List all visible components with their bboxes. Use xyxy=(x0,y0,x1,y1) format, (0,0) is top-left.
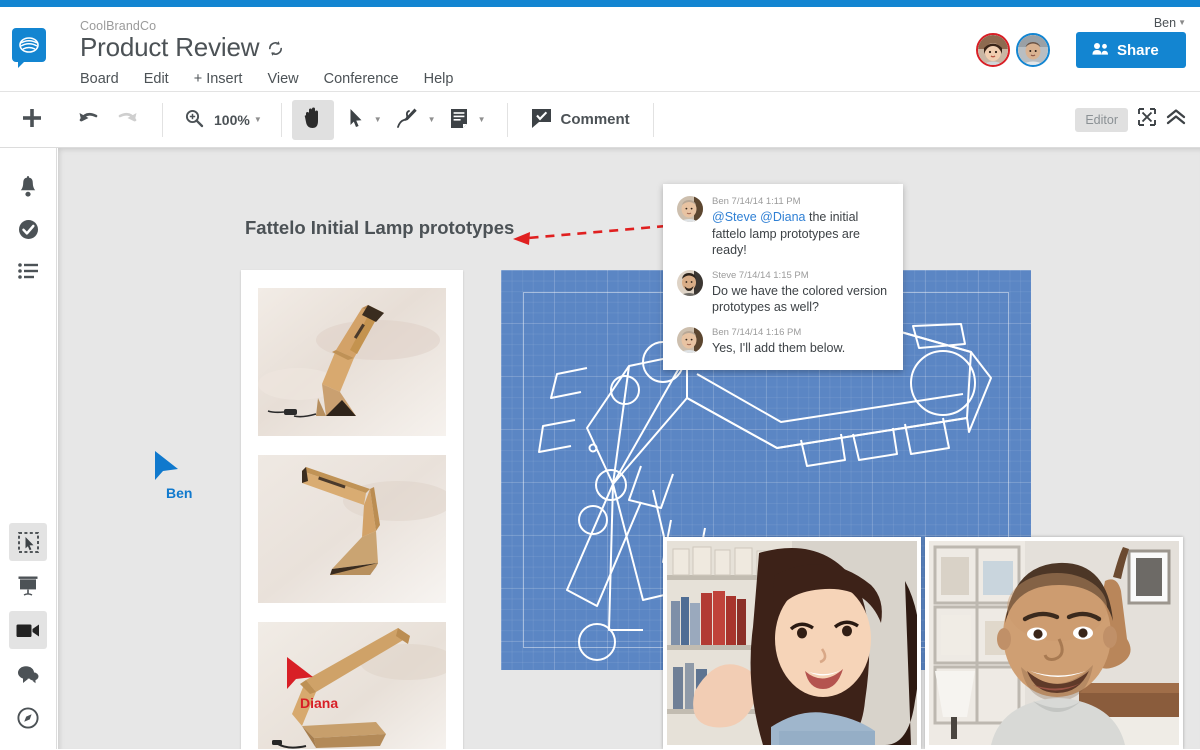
menu-item-insert[interactable]: + Insert xyxy=(194,71,243,87)
comment-body: Ben 7/14/14 1:16 PM Yes, I'll add them b… xyxy=(712,327,889,357)
left-rail xyxy=(0,148,57,749)
select-tool[interactable]: ▼ xyxy=(342,102,389,138)
plus-icon xyxy=(21,107,43,132)
rail-top-group xyxy=(0,168,56,290)
cursor-arrow-icon xyxy=(349,108,364,131)
toolbar: 100% ▼ ▼ ▼ xyxy=(0,92,1200,148)
video-call-icon[interactable] xyxy=(9,611,47,649)
menu-item-board[interactable]: Board xyxy=(80,71,119,87)
chevron-down-icon: ▼ xyxy=(1178,18,1186,27)
comment-item: Ben 7/14/14 1:11 PM @Steve @Diana the in… xyxy=(677,196,889,259)
toolbar-right-group: Editor xyxy=(1075,108,1188,132)
cursor-arrow-icon xyxy=(286,656,316,692)
avatar-steve[interactable] xyxy=(1016,33,1050,67)
chevron-down-icon: ▼ xyxy=(254,115,262,124)
chevron-double-up-icon[interactable] xyxy=(1166,108,1186,131)
chat-icon[interactable] xyxy=(9,655,47,693)
presentation-icon[interactable] xyxy=(9,567,47,605)
redo-button[interactable] xyxy=(108,102,146,138)
pen-tool[interactable]: ▼ xyxy=(389,102,443,138)
editor-mode-badge[interactable]: Editor xyxy=(1075,108,1128,132)
undo-icon xyxy=(77,108,101,131)
hand-tool[interactable] xyxy=(292,100,334,140)
avatar xyxy=(677,327,703,353)
menu-item-view[interactable]: View xyxy=(267,71,298,87)
people-icon xyxy=(1092,42,1109,59)
user-menu-label: Ben xyxy=(1154,16,1176,30)
zoom-in-icon xyxy=(184,108,204,131)
share-button[interactable]: Share xyxy=(1076,32,1186,68)
cursor-diana: Diana xyxy=(286,656,338,711)
fullscreen-icon[interactable] xyxy=(1138,108,1156,131)
chevron-down-icon: ▼ xyxy=(428,115,436,124)
cursor-arrow-icon xyxy=(154,450,180,482)
comment-meta: Ben 7/14/14 1:16 PM xyxy=(712,327,889,338)
note-tool[interactable]: ▼ xyxy=(443,102,493,138)
chevron-down-icon: ▼ xyxy=(478,115,486,124)
cursor-ben: Ben xyxy=(154,450,192,501)
explore-icon[interactable] xyxy=(9,699,47,737)
menu-bar: Board Edit + Insert View Conference Help xyxy=(80,71,453,87)
cursor-label-ben: Ben xyxy=(166,485,192,501)
lamp-photo-1[interactable] xyxy=(258,288,446,436)
prototype-photo-card[interactable] xyxy=(241,270,463,749)
canvas-title[interactable]: Fattelo Initial Lamp prototypes xyxy=(245,217,514,239)
tasks-icon[interactable] xyxy=(9,210,47,248)
mention-steve[interactable]: @Steve xyxy=(712,210,757,224)
zoom-control[interactable]: 100% ▼ xyxy=(177,102,269,138)
comment-text: Do we have the colored version prototype… xyxy=(712,283,889,316)
menu-item-conference[interactable]: Conference xyxy=(324,71,399,87)
comment-body: Ben 7/14/14 1:11 PM @Steve @Diana the in… xyxy=(712,196,889,259)
menu-item-edit[interactable]: Edit xyxy=(144,71,169,87)
comment-text: Yes, I'll add them below. xyxy=(712,340,889,357)
video-tile-steve[interactable] xyxy=(925,537,1183,749)
undo-button[interactable] xyxy=(70,102,108,138)
video-tile-diana[interactable] xyxy=(663,537,921,749)
notifications-icon[interactable] xyxy=(9,168,47,206)
chevron-down-icon: ▼ xyxy=(374,115,382,124)
add-button[interactable] xyxy=(14,102,50,138)
user-menu[interactable]: Ben▼ xyxy=(1154,16,1186,30)
rail-bottom-group xyxy=(0,523,56,737)
comment-item: Steve 7/14/14 1:15 PM Do we have the col… xyxy=(677,270,889,316)
pen-icon xyxy=(396,107,418,132)
top-accent-bar xyxy=(0,0,1200,7)
avatar xyxy=(677,270,703,296)
zoom-level: 100% xyxy=(214,112,250,128)
cursor-label-diana: Diana xyxy=(300,695,338,711)
mention-diana[interactable]: @Diana xyxy=(760,210,805,224)
board-canvas[interactable]: Fattelo Initial Lamp prototypes xyxy=(58,148,1200,749)
comment-meta: Ben 7/14/14 1:11 PM xyxy=(712,196,889,207)
comment-text: @Steve @Diana the initial fattelo lamp p… xyxy=(712,209,889,259)
menu-item-help[interactable]: Help xyxy=(424,71,454,87)
workspace: Fattelo Initial Lamp prototypes xyxy=(0,148,1200,749)
redo-icon xyxy=(115,108,139,131)
avatar xyxy=(677,196,703,222)
comment-item: Ben 7/14/14 1:16 PM Yes, I'll add them b… xyxy=(677,327,889,357)
note-icon xyxy=(450,108,468,132)
hand-icon xyxy=(302,106,324,133)
app-logo-icon[interactable] xyxy=(12,28,46,62)
comment-thread-popup[interactable]: Ben 7/14/14 1:11 PM @Steve @Diana the in… xyxy=(663,184,903,370)
avatar-diana[interactable] xyxy=(976,33,1010,67)
brand-name: CoolBrandCo xyxy=(80,19,156,33)
lamp-photo-2[interactable] xyxy=(258,455,446,603)
sync-icon[interactable] xyxy=(266,39,285,63)
presence-avatars xyxy=(976,33,1050,67)
comment-icon xyxy=(531,108,553,132)
app-header: CoolBrandCo Product Review Board Edit + … xyxy=(0,7,1200,92)
share-label: Share xyxy=(1117,42,1159,59)
comment-button[interactable]: Comment xyxy=(524,102,637,138)
comment-body: Steve 7/14/14 1:15 PM Do we have the col… xyxy=(712,270,889,316)
page-title: Product Review xyxy=(80,32,259,63)
comment-meta: Steve 7/14/14 1:15 PM xyxy=(712,270,889,281)
comment-label: Comment xyxy=(561,111,630,128)
select-area-icon[interactable] xyxy=(9,523,47,561)
list-icon[interactable] xyxy=(9,252,47,290)
